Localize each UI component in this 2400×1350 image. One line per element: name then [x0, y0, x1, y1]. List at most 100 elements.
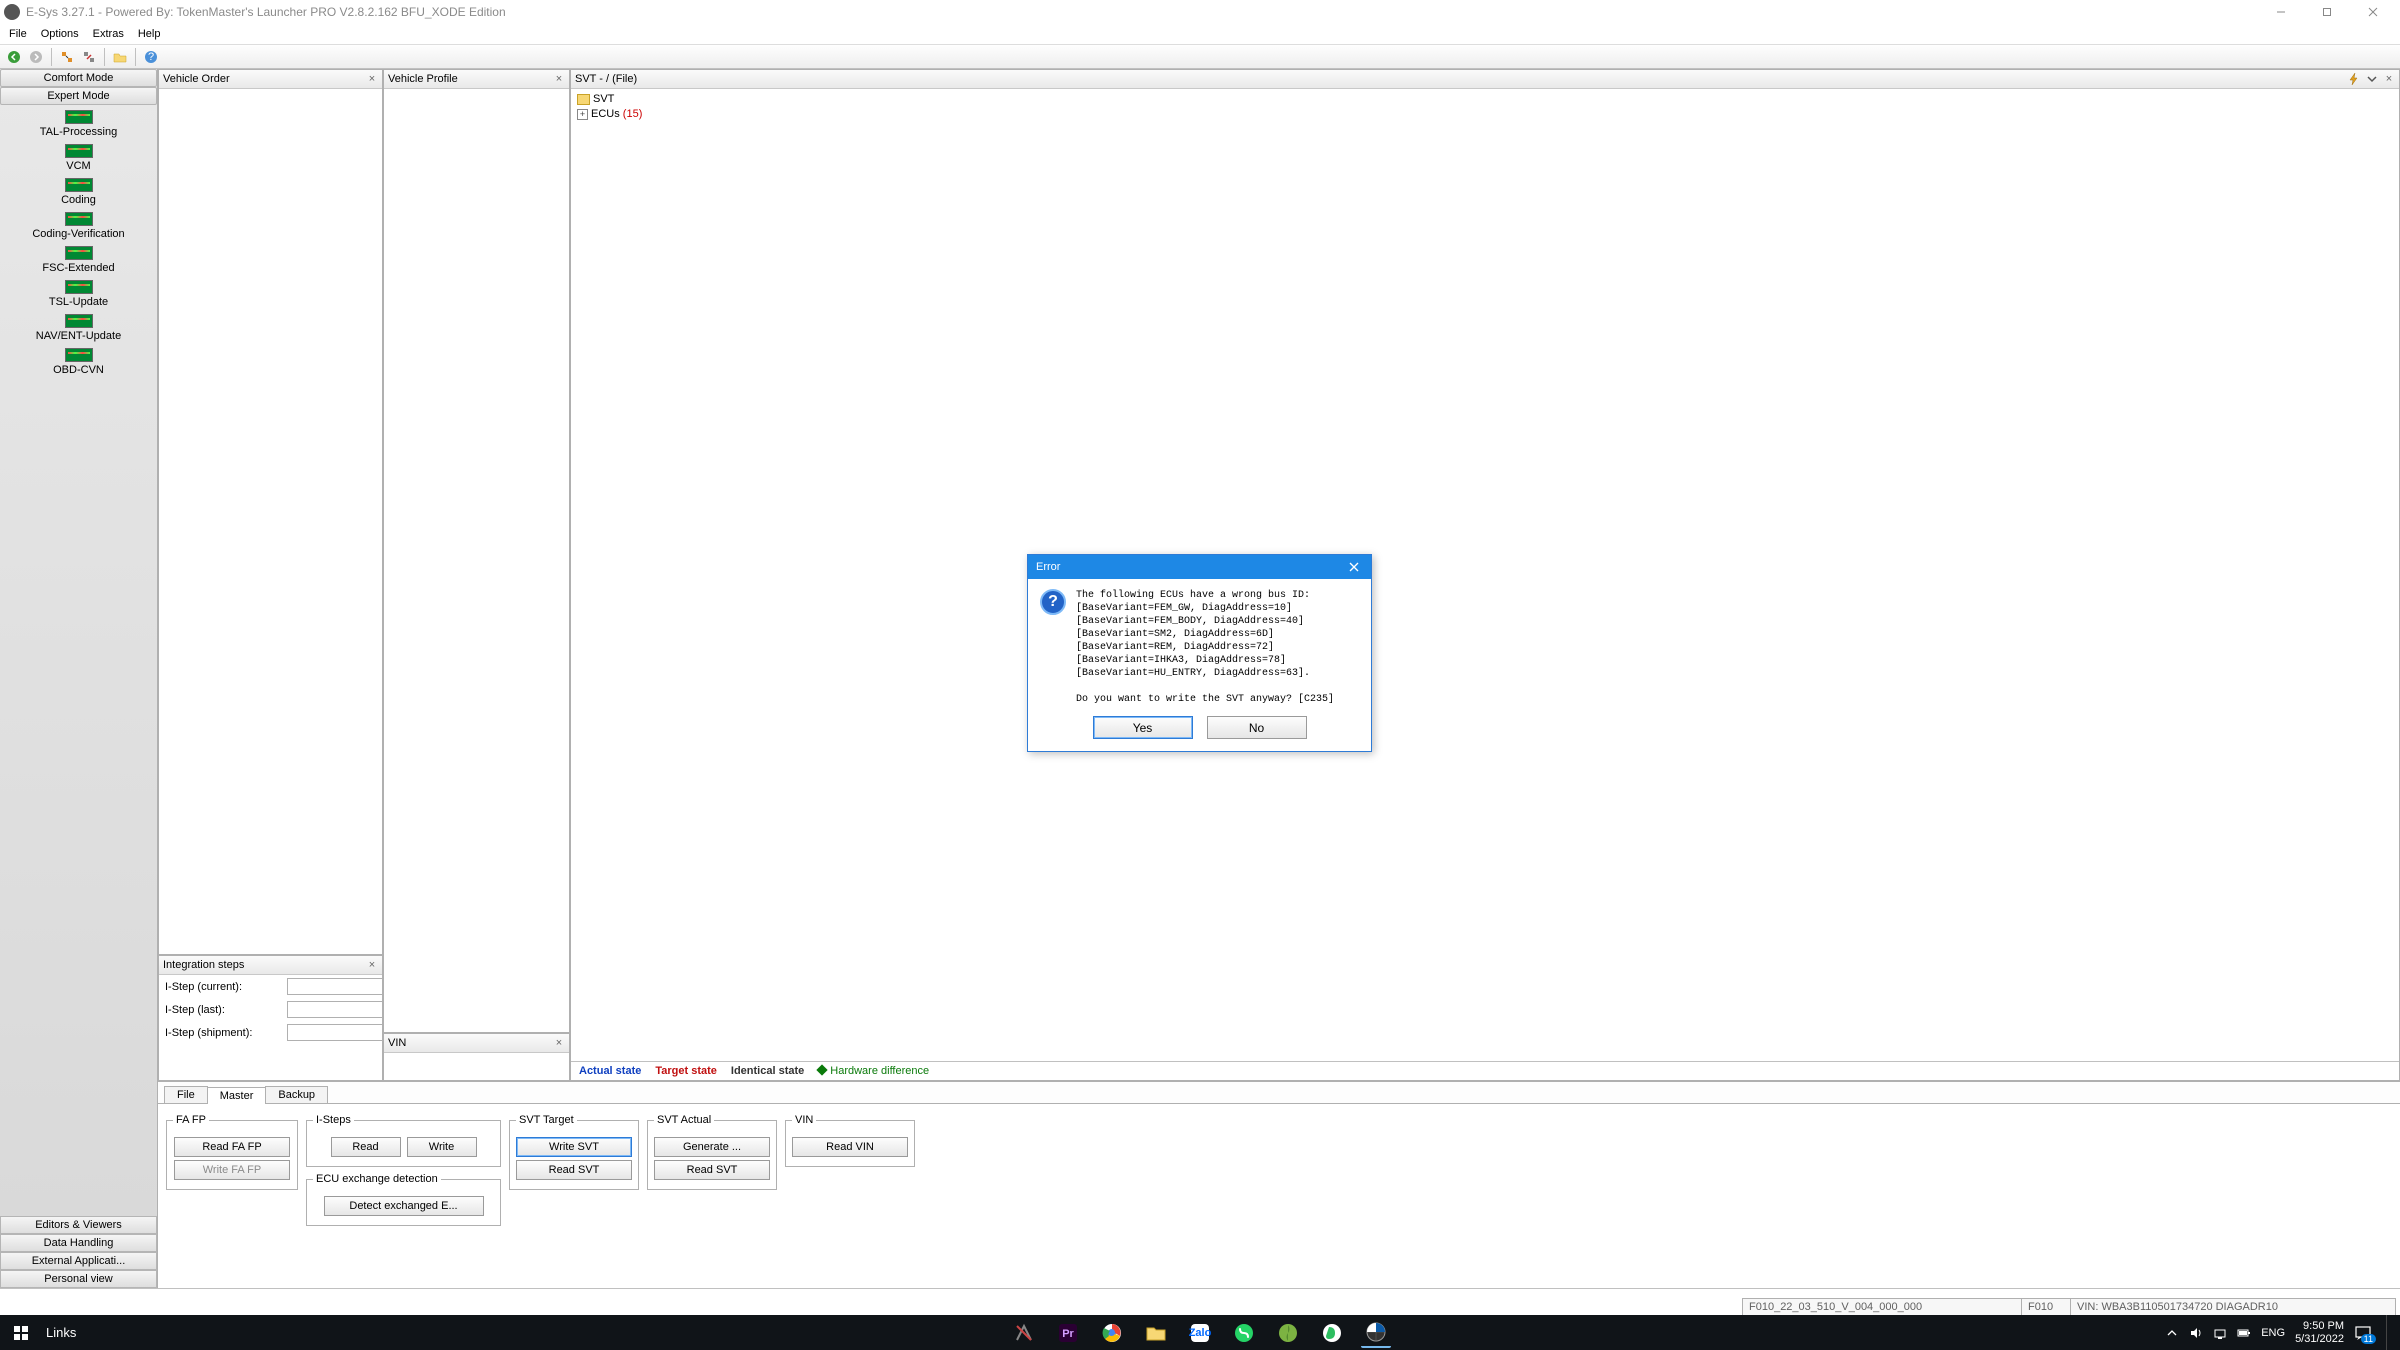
panel-body[interactable] [384, 89, 569, 1032]
tree-child[interactable]: + ECUs (15) [577, 107, 2393, 122]
taskbar-app-esys[interactable] [1361, 1318, 1391, 1348]
read-svt-target-button[interactable]: Read SVT [516, 1160, 632, 1180]
tray-network-icon[interactable] [2213, 1326, 2227, 1340]
close-icon[interactable]: × [2383, 73, 2395, 85]
module-icon [65, 314, 93, 328]
status-cell-1: F010_22_03_510_V_004_000_000 [1742, 1298, 2022, 1315]
start-button[interactable] [10, 1322, 32, 1344]
tray-chevron-up-icon[interactable] [2165, 1326, 2179, 1340]
taskbar-app-zalo[interactable]: Zalo [1185, 1318, 1215, 1348]
close-icon[interactable]: × [553, 1037, 565, 1049]
disconnect-button[interactable] [79, 47, 99, 67]
menu-options[interactable]: Options [34, 26, 86, 42]
tab-master[interactable]: Master [207, 1087, 267, 1104]
taskbar-app-chrome[interactable] [1097, 1318, 1127, 1348]
dialog-title: Error [1036, 561, 1060, 573]
taskbar-left: Links [0, 1322, 76, 1344]
isteps-read-button[interactable]: Read [331, 1137, 401, 1157]
work-bottom: File Master Backup FA FP Read FA FP Writ… [158, 1081, 2400, 1288]
nav-tal-processing[interactable]: TAL-Processing [0, 108, 157, 142]
nav-fsc-extended[interactable]: FSC-Extended [0, 244, 157, 278]
taskbar-app-explorer[interactable] [1141, 1318, 1171, 1348]
nav-nav-ent-update[interactable]: NAV/ENT-Update [0, 312, 157, 346]
nav-coding-verification[interactable]: Coding-Verification [0, 210, 157, 244]
tab-file[interactable]: File [164, 1086, 208, 1103]
dialog-message: The following ECUs have a wrong bus ID: … [1076, 589, 1359, 706]
panel-body[interactable] [384, 1053, 569, 1080]
nav-vcm[interactable]: VCM [0, 142, 157, 176]
dialog-yes-button[interactable]: Yes [1093, 716, 1193, 739]
forward-button[interactable] [26, 47, 46, 67]
dialog-body: ? The following ECUs have a wrong bus ID… [1028, 579, 1371, 710]
dialog-titlebar[interactable]: Error [1028, 555, 1371, 579]
sidebar-section-comfort[interactable]: Comfort Mode [0, 69, 157, 87]
isteps-write-button[interactable]: Write [407, 1137, 477, 1157]
chevron-down-icon[interactable] [2365, 72, 2379, 86]
tree-root[interactable]: SVT [577, 92, 2393, 107]
write-svt-button[interactable]: Write SVT [516, 1137, 632, 1157]
close-button[interactable] [2350, 0, 2396, 23]
taskbar-links[interactable]: Links [46, 1325, 76, 1340]
system-tray [2165, 1326, 2251, 1340]
menu-help[interactable]: Help [131, 26, 168, 42]
close-icon[interactable]: × [366, 73, 378, 85]
svg-text:Zalo: Zalo [1189, 1327, 1211, 1339]
tray-clock[interactable]: 9:50 PM 5/31/2022 [2295, 1320, 2344, 1346]
lightning-icon[interactable] [2347, 72, 2361, 86]
menu-extras[interactable]: Extras [86, 26, 131, 42]
dialog-no-button[interactable]: No [1207, 716, 1307, 739]
detect-exchanged-button[interactable]: Detect exchanged E... [324, 1196, 484, 1216]
menu-file[interactable]: File [2, 26, 34, 42]
istep-shipment-row: I-Step (shipment): [159, 1021, 382, 1044]
close-icon[interactable]: × [366, 959, 378, 971]
taskbar-app-evernote[interactable] [1317, 1318, 1347, 1348]
toolbar-separator [51, 48, 52, 66]
close-icon[interactable]: × [553, 73, 565, 85]
toolbar-separator [104, 48, 105, 66]
sidebar-section-expert[interactable]: Expert Mode [0, 87, 157, 105]
taskbar-right: ENG 9:50 PM 5/31/2022 11 [2165, 1315, 2400, 1350]
tray-notifications[interactable]: 11 [2354, 1324, 2372, 1342]
panel-body: I-Step (current): I-Step (last): I-Step … [159, 975, 382, 1080]
help-button[interactable]: ? [141, 47, 161, 67]
status-cell-2: F010 [2021, 1298, 2071, 1315]
taskbar-app-whatsapp[interactable] [1229, 1318, 1259, 1348]
panel-body[interactable] [159, 89, 382, 954]
istep-shipment-input[interactable] [287, 1024, 382, 1041]
taskbar-app-premiere[interactable]: Pr [1053, 1318, 1083, 1348]
read-svt-actual-button[interactable]: Read SVT [654, 1160, 770, 1180]
dialog-close-button[interactable] [1345, 558, 1363, 576]
sidebar-section-editors[interactable]: Editors & Viewers [0, 1216, 157, 1234]
sidebar-section-data[interactable]: Data Handling [0, 1234, 157, 1252]
nav-tsl-update[interactable]: TSL-Update [0, 278, 157, 312]
sidebar-section-personal[interactable]: Personal view [0, 1270, 157, 1288]
column-vehicle-profile: Vehicle Profile × VIN × [383, 69, 570, 1081]
tree-child-count: (15) [623, 108, 643, 120]
show-desktop[interactable] [2386, 1315, 2392, 1350]
write-fa-fp-button[interactable]: Write FA FP [174, 1160, 290, 1180]
taskbar-app-1[interactable] [1009, 1318, 1039, 1348]
expand-icon[interactable]: + [577, 109, 588, 120]
tab-backup[interactable]: Backup [265, 1086, 328, 1103]
generate-svt-button[interactable]: Generate ... [654, 1137, 770, 1157]
istep-current-input[interactable] [287, 978, 382, 995]
open-button[interactable] [110, 47, 130, 67]
read-fa-fp-button[interactable]: Read FA FP [174, 1137, 290, 1157]
sidebar-section-external[interactable]: External Applicati... [0, 1252, 157, 1270]
maximize-button[interactable] [2304, 0, 2350, 23]
tray-language[interactable]: ENG [2261, 1327, 2285, 1339]
connect-button[interactable] [57, 47, 77, 67]
istep-last-input[interactable] [287, 1001, 382, 1018]
nav-obd-cvn[interactable]: OBD-CVN [0, 346, 157, 380]
svt-legend: Actual state Target state Identical stat… [571, 1061, 2399, 1080]
nav-label: VCM [66, 160, 90, 172]
taskbar-app-coccoc[interactable] [1273, 1318, 1303, 1348]
panel-body[interactable]: SVT + ECUs (15) [571, 89, 2399, 1061]
tray-volume-icon[interactable] [2189, 1326, 2203, 1340]
nav-coding[interactable]: Coding [0, 176, 157, 210]
back-button[interactable] [4, 47, 24, 67]
tray-battery-icon[interactable] [2237, 1326, 2251, 1340]
minimize-button[interactable] [2258, 0, 2304, 23]
panel-header: Integration steps × [159, 956, 382, 975]
read-vin-button[interactable]: Read VIN [792, 1137, 908, 1157]
